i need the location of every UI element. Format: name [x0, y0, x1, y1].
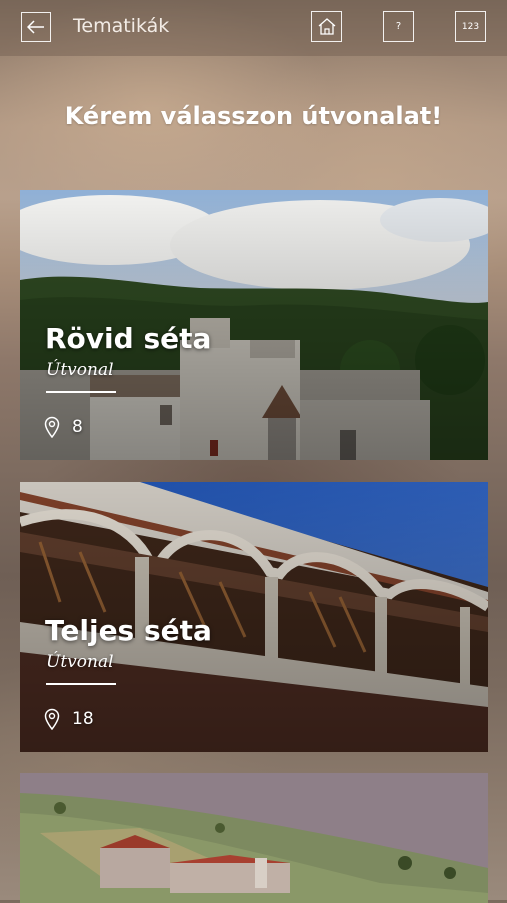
- divider-line: [46, 683, 116, 685]
- map-pin-icon: [44, 416, 60, 438]
- back-button[interactable]: [21, 12, 51, 42]
- top-bar: Tematikák ? 123: [0, 0, 507, 56]
- page-heading: Kérem válasszon útvonalat!: [64, 102, 443, 130]
- route-card-full-walk[interactable]: Teljes séta Útvonal 18: [20, 482, 488, 752]
- route-card-third[interactable]: [20, 773, 488, 903]
- station-count: 8: [44, 416, 83, 438]
- header-title: Tematikák: [73, 15, 170, 37]
- number-input-button[interactable]: 123: [455, 11, 486, 42]
- home-icon: [318, 18, 335, 35]
- divider-line: [46, 391, 116, 393]
- route-title: Rövid séta: [45, 322, 212, 355]
- station-count-value: 18: [72, 709, 94, 729]
- route-title: Teljes séta: [45, 614, 212, 647]
- model-photo: [20, 773, 488, 903]
- station-count-value: 8: [72, 417, 83, 437]
- route-subtitle: Útvonal: [46, 652, 114, 672]
- station-count: 18: [44, 708, 94, 730]
- help-button[interactable]: ?: [383, 11, 414, 42]
- help-label: ?: [395, 21, 402, 32]
- arrow-left-icon: [27, 20, 44, 34]
- route-subtitle: Útvonal: [46, 360, 114, 380]
- map-pin-icon: [44, 708, 60, 730]
- number-input-label: 123: [461, 21, 480, 32]
- home-button[interactable]: [311, 11, 342, 42]
- route-card-short-walk[interactable]: Rövid séta Útvonal 8: [20, 190, 488, 460]
